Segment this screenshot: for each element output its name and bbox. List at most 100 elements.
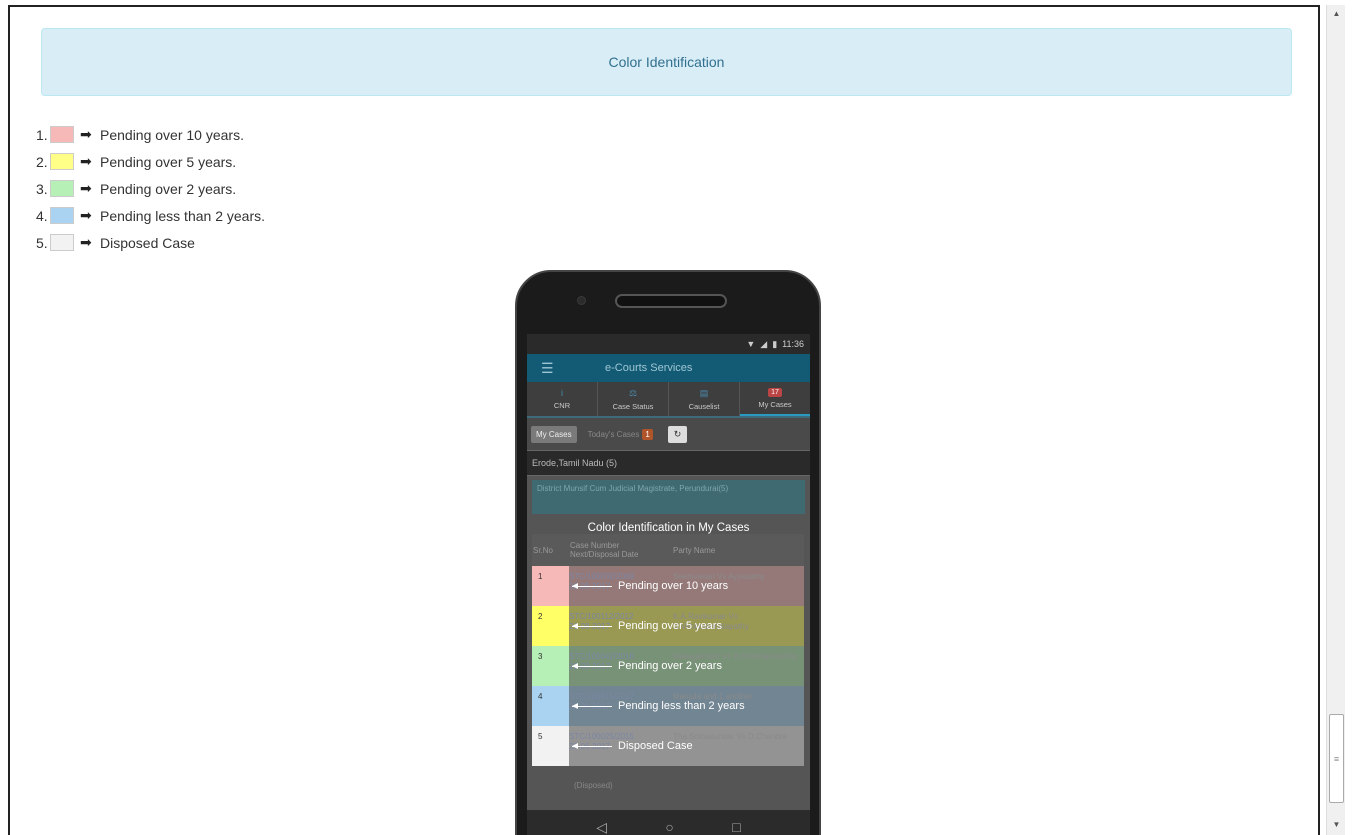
todays-cases-chip[interactable]: Today's Cases 1 [583, 425, 658, 444]
arrow-left-icon [572, 662, 612, 669]
overlay-title: Color Identification in My Cases [587, 522, 750, 534]
color-identification-header: Color Identification [41, 28, 1292, 96]
arrow-right-icon: ➡ [80, 180, 92, 196]
info-icon: i [561, 388, 563, 398]
arrow-right-icon: ➡ [80, 126, 92, 142]
arrow-right-icon: ➡ [80, 234, 92, 250]
scroll-thumb[interactable]: ≡ [1329, 714, 1344, 803]
arrow-left-icon [572, 702, 612, 709]
cases-table: Sr.No Case Number Next/Disposal Date Par… [532, 534, 804, 766]
recents-icon[interactable]: □ [732, 819, 740, 835]
color-legend: 1. ➡ Pending over 10 years. 2. ➡ Pending over… [36, 121, 265, 256]
legend-text: Pending over 5 years. [100, 153, 237, 170]
android-nav-bar: ◁ ○ □ [527, 810, 810, 835]
phone-top-bezel [517, 272, 819, 334]
status-time: 11:36 [782, 339, 804, 349]
row-sr: 5 [538, 732, 543, 741]
legend-item: 1. ➡ Pending over 10 years. [36, 121, 265, 148]
row-label-text: Pending over 5 years [618, 620, 722, 632]
arrow-right-icon: ➡ [80, 153, 92, 169]
back-icon[interactable]: ◁ [596, 819, 607, 835]
row-color-label: Disposed Case [572, 740, 693, 752]
legend-item: 4. ➡ Pending less than 2 years. [36, 202, 265, 229]
row-color-label: Pending over 10 years [572, 580, 728, 592]
table-header: Sr.No Case Number Next/Disposal Date Par… [532, 534, 804, 566]
header-title: Color Identification [608, 54, 725, 70]
row-color-label: Pending over 2 years [572, 660, 722, 672]
hamburger-menu-icon[interactable]: ☰ [541, 360, 559, 377]
header-sr: Sr.No [533, 545, 554, 555]
row-color-label: Pending over 5 years [572, 620, 722, 632]
legend-number: 4. [36, 207, 48, 224]
row-sr-cell: 1 [532, 566, 569, 606]
legend-number: 5. [36, 234, 48, 251]
header-case: Case Number Next/Disposal Date [570, 541, 673, 559]
tab-label: CNR [553, 401, 571, 410]
home-icon[interactable]: ○ [665, 819, 673, 835]
tab-causelist[interactable]: ▤ Causelist [669, 382, 740, 416]
arrow-left-icon [572, 582, 612, 589]
tab-my-cases[interactable]: 17 My Cases [740, 382, 810, 416]
tab-case-status[interactable]: ⚖ Case Status [598, 382, 669, 416]
arrow-left-icon [572, 622, 612, 629]
legend-item: 3. ➡ Pending over 2 years. [36, 175, 265, 202]
table-row[interactable]: 4 STC/100016/2017 28-09-2017 Manjula and 1 … [532, 686, 804, 726]
battery-icon: ▮ [772, 338, 778, 349]
scroll-down-icon[interactable]: ▼ [1327, 820, 1346, 829]
legend-color-swatch [50, 126, 74, 143]
table-row[interactable]: 5 STC/100025/2015 29-06-2017 Tha.Somasundar… [532, 726, 804, 766]
scroll-up-icon[interactable]: ▲ [1327, 9, 1346, 18]
row-sr: 1 [538, 572, 543, 581]
row-label-text: Pending over 2 years [618, 660, 722, 672]
legend-number: 2. [36, 153, 48, 170]
row-party: Tha.Somasundar Vs D.Chandra [673, 732, 787, 741]
scales-icon: ⚖ [628, 387, 638, 398]
legend-color-swatch [50, 180, 74, 197]
row-sr-cell: 5 [532, 726, 569, 766]
refresh-icon[interactable]: ↻ [667, 425, 688, 443]
legend-color-swatch [50, 207, 74, 224]
row-label-text: Pending over 10 years [618, 580, 729, 592]
phone-screen: ▼ ◢ ▮ 11:36 ☰ e-Courts Services i CNR ⚖ … [527, 334, 810, 835]
legend-item: 5. ➡ Disposed Case [36, 229, 265, 256]
camera-icon [577, 296, 586, 305]
legend-color-swatch [50, 153, 74, 170]
location-header: Erode,Tamil Nadu (5) [527, 450, 810, 476]
legend-number: 1. [36, 126, 48, 143]
header-date: Next/Disposal Date [570, 550, 639, 559]
legend-text: Pending less than 2 years. [100, 207, 265, 224]
table-row[interactable]: 2 STC/100112/2012 21-08-2017 K.A.Ravikumar … [532, 606, 804, 646]
signal-icon: ◢ [760, 338, 768, 349]
row-sr-cell: 2 [532, 606, 569, 646]
table-row[interactable]: 3 STC/100042/2016 28-09-2017 Management Vs … [532, 646, 804, 686]
disposed-note: (Disposed) [574, 781, 613, 790]
my-cases-badge: 17 [768, 387, 782, 397]
arrow-right-icon: ➡ [80, 207, 92, 223]
table-row[interactable]: 1 STC/100032/2009 28-09-2017 Seenivasan Vs … [532, 566, 804, 606]
arrow-left-icon [572, 742, 612, 749]
row-label-text: Pending less than 2 years [618, 700, 745, 712]
my-cases-chip[interactable]: My Cases [531, 425, 577, 443]
vertical-scrollbar[interactable]: ▲ ≡ ▼ [1326, 5, 1345, 835]
legend-text: Pending over 2 years. [100, 180, 237, 197]
phone-mockup: ▼ ◢ ▮ 11:36 ☰ e-Courts Services i CNR ⚖ … [515, 270, 821, 835]
legend-item: 2. ➡ Pending over 5 years. [36, 148, 265, 175]
row-sr-cell: 3 [532, 646, 569, 686]
app-bar: ☰ e-Courts Services [527, 354, 810, 382]
tab-label: Causelist [688, 401, 720, 411]
legend-color-swatch [50, 234, 74, 251]
legend-number: 3. [36, 180, 48, 197]
row-color-label: Pending less than 2 years [572, 700, 745, 712]
row-sr: 2 [538, 612, 543, 621]
row-sr: 3 [538, 652, 543, 661]
sub-tab-bar: My Cases Today's Cases 1 ↻ [527, 418, 810, 450]
row-sr-cell: 4 [532, 686, 569, 726]
tab-cnr[interactable]: i CNR [527, 382, 598, 416]
content-frame: Color Identification 1. ➡ Pending over 10 … [8, 5, 1320, 835]
wifi-icon: ▼ [746, 339, 756, 349]
app-tabs: i CNR ⚖ Case Status ▤ Causelist 17 My Ca… [527, 382, 810, 418]
header-party: Party Name [673, 545, 716, 555]
todays-cases-label: Today's Cases [587, 429, 640, 439]
tab-label: My Cases [758, 399, 792, 409]
todays-cases-count: 1 [642, 428, 653, 440]
